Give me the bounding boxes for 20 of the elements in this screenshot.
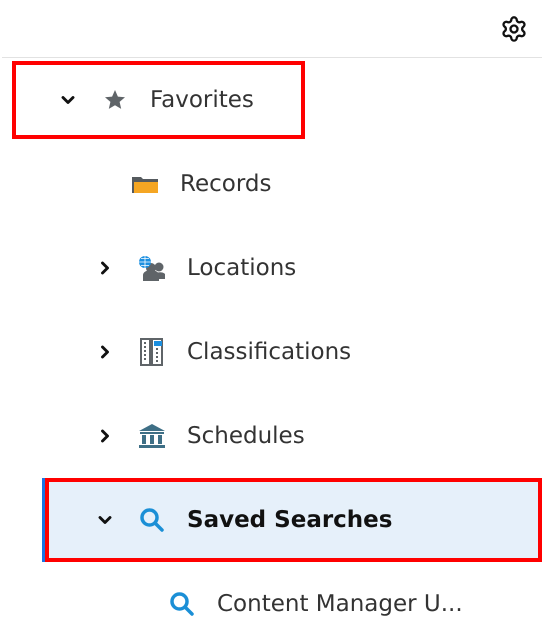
tree-item-label: Saved Searches bbox=[187, 507, 392, 533]
tree-item[interactable]: Favorites bbox=[12, 58, 542, 142]
tree-item[interactable]: Records bbox=[42, 142, 542, 226]
tree-item-label: Schedules bbox=[187, 423, 305, 449]
tree-item[interactable]: Saved Searches bbox=[42, 478, 542, 562]
tree-item[interactable]: Content Manager U... bbox=[42, 562, 542, 621]
tree-item-label: Favorites bbox=[150, 87, 254, 113]
tree-item[interactable]: Classifications bbox=[42, 310, 542, 394]
people-globe-icon bbox=[138, 255, 166, 281]
tree-item-label: Classifications bbox=[187, 339, 352, 365]
folder-icon bbox=[131, 174, 159, 194]
search-icon bbox=[169, 591, 195, 617]
tree-item-label: Records bbox=[180, 171, 272, 197]
binder-icon bbox=[140, 338, 164, 366]
tree-item-label: Locations bbox=[187, 255, 296, 281]
building-icon bbox=[138, 423, 166, 449]
tree-item-label: Content Manager U... bbox=[217, 591, 463, 617]
tree-item[interactable]: Locations bbox=[42, 226, 542, 310]
tree-item[interactable]: Schedules bbox=[42, 394, 542, 478]
search-icon bbox=[139, 507, 165, 533]
